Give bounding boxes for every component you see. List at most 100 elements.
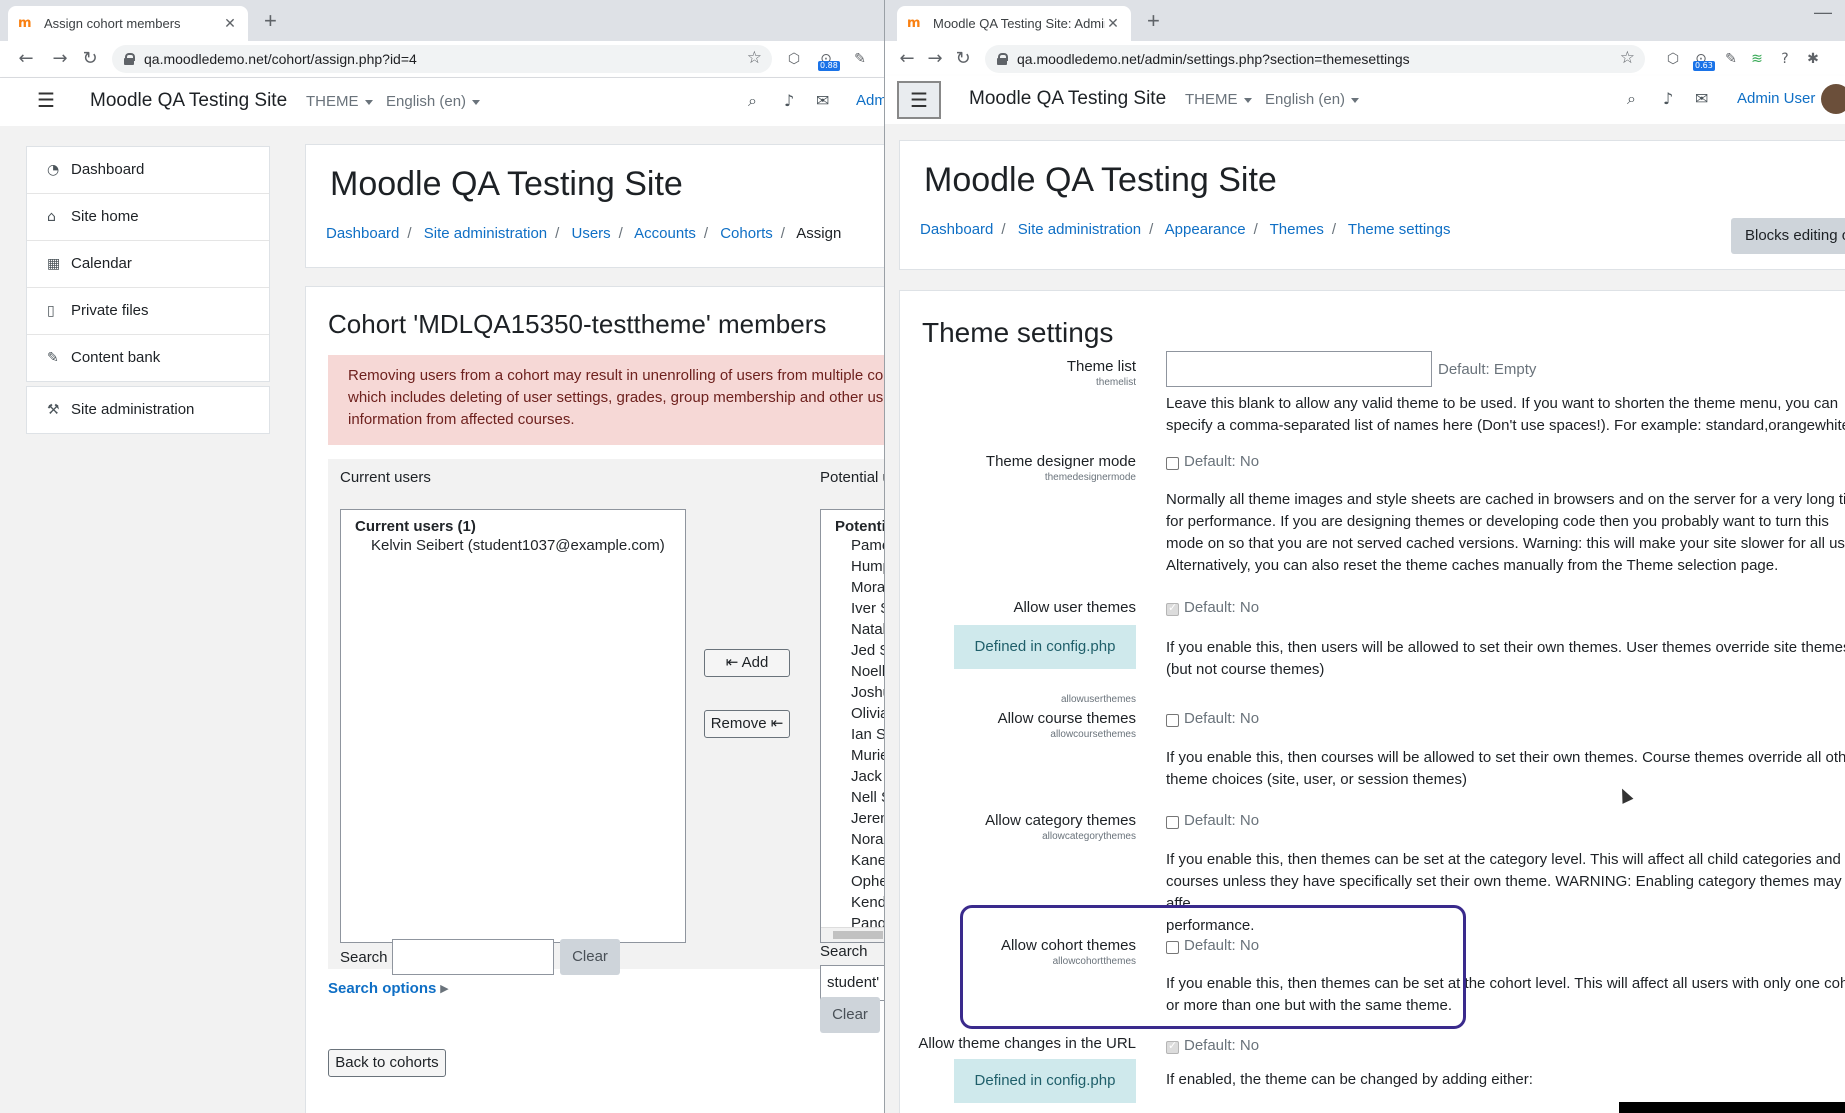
avatar[interactable]	[1821, 84, 1845, 114]
potential-user-option[interactable]: Kane	[821, 850, 884, 871]
nav-item-dashboard[interactable]: ◔ Dashboard	[27, 147, 269, 194]
breadcrumb-cohorts[interactable]: Cohorts	[720, 225, 773, 242]
bell-icon[interactable]: ♪	[784, 91, 794, 110]
extension-meter-icon[interactable]: ⊙ 0.88	[816, 49, 840, 71]
potential-search-input[interactable]: student'	[820, 965, 884, 1001]
breadcrumb-themes[interactable]: Themes	[1270, 221, 1324, 238]
potential-user-option[interactable]: Hump	[821, 556, 884, 577]
nav-item-site-home[interactable]: ⌂ Site home	[27, 194, 269, 241]
breadcrumb-dashboard[interactable]: Dashboard	[326, 225, 399, 242]
potential-user-option[interactable]: Olivia	[821, 703, 884, 724]
language-menu-label: English (en)	[1265, 91, 1346, 108]
back-icon[interactable]: ←	[14, 47, 38, 71]
description-line: If you enable this, then themes can be s…	[1166, 851, 1841, 868]
search-icon[interactable]: ⌕	[748, 91, 757, 111]
back-to-cohorts-button[interactable]: Back to cohorts	[328, 1049, 446, 1077]
potential-user-option[interactable]: Noell	[821, 661, 884, 682]
close-tab-icon[interactable]: ✕	[1105, 15, 1121, 32]
breadcrumb-theme-settings[interactable]: Theme settings	[1348, 221, 1451, 238]
browser-tab-active[interactable]: m Assign cohort members ✕	[8, 6, 248, 41]
extension-icon[interactable]: ⬡	[1663, 49, 1683, 69]
address-bar[interactable]: qa.moodledemo.net/cohort/assign.php?id=4…	[112, 45, 772, 73]
potential-user-option[interactable]: Pame	[821, 535, 884, 556]
wifi-icon[interactable]: ≋	[1747, 49, 1767, 69]
reload-icon[interactable]: ↻	[951, 47, 975, 71]
themelist-input[interactable]	[1166, 351, 1432, 387]
forward-icon[interactable]: →	[48, 47, 72, 71]
themedesignermode-checkbox[interactable]	[1166, 457, 1179, 470]
menu-toggle-icon[interactable]: ☰	[24, 83, 68, 121]
potential-user-option[interactable]: Jack S	[821, 766, 884, 787]
bookmark-star-icon[interactable]: ☆	[1620, 48, 1635, 68]
site-name[interactable]: Moodle QA Testing Site	[969, 88, 1166, 110]
user-menu[interactable]: Adm	[856, 92, 884, 109]
potential-user-option[interactable]: Ian Sr	[821, 724, 884, 745]
breadcrumb-appearance[interactable]: Appearance	[1165, 221, 1246, 238]
scrollbar-thumb[interactable]	[833, 931, 883, 939]
nav-item-content-bank[interactable]: ✎ Content bank	[27, 335, 269, 381]
potential-user-option[interactable]: Murie	[821, 745, 884, 766]
potential-user-option[interactable]: Natal	[821, 619, 884, 640]
forward-icon[interactable]: →	[923, 47, 947, 71]
horizontal-scrollbar[interactable]	[821, 927, 884, 942]
potential-users-list[interactable]: Potenti Pame Hump Mora Iver S Natal Jed …	[820, 509, 884, 943]
eyedropper-icon[interactable]: ✎	[1721, 49, 1741, 69]
theme-menu[interactable]: THEME	[306, 93, 373, 110]
potential-user-option[interactable]: Kendi	[821, 892, 884, 913]
potential-user-option[interactable]: Mora	[821, 577, 884, 598]
tab-title: Moodle QA Testing Site: Adminis	[933, 16, 1105, 31]
language-menu[interactable]: English (en)	[386, 93, 481, 110]
allowcoursethemes-checkbox[interactable]	[1166, 714, 1179, 727]
extension-meter-icon[interactable]: ⊙ 0.63	[1691, 49, 1715, 71]
remove-button[interactable]: Remove ⇤	[704, 710, 790, 738]
potential-user-option[interactable]: Iver S	[821, 598, 884, 619]
potential-user-option[interactable]: Jerem	[821, 808, 884, 829]
menu-toggle-icon[interactable]: ☰	[897, 81, 941, 119]
clear-button[interactable]: Clear	[560, 939, 620, 975]
search-input[interactable]	[392, 939, 554, 975]
potential-user-option[interactable]: Nora	[821, 829, 884, 850]
puzzle-icon[interactable]: ✱	[1803, 49, 1823, 69]
new-tab-icon[interactable]: +	[1147, 10, 1160, 32]
allowcategorythemes-checkbox[interactable]	[1166, 816, 1179, 829]
nav-item-private-files[interactable]: ▯ Private files	[27, 288, 269, 335]
breadcrumb-users[interactable]: Users	[571, 225, 610, 242]
bell-icon[interactable]: ♪	[1663, 89, 1673, 108]
breadcrumb-site-administration[interactable]: Site administration	[1018, 221, 1141, 238]
potential-user-option[interactable]: Ophe	[821, 871, 884, 892]
browser-tab-active[interactable]: m Moodle QA Testing Site: Adminis ✕	[897, 6, 1131, 41]
breadcrumb-dashboard[interactable]: Dashboard	[920, 221, 993, 238]
new-tab-icon[interactable]: +	[264, 10, 277, 32]
user-menu[interactable]: Admin User	[1737, 90, 1815, 107]
reload-icon[interactable]: ↻	[78, 47, 102, 71]
search-options-link[interactable]: Search options ▸	[328, 979, 448, 997]
back-icon[interactable]: ←	[895, 47, 919, 71]
potential-user-option[interactable]: Joshu	[821, 682, 884, 703]
potential-user-option[interactable]: Nell S	[821, 787, 884, 808]
extension-icon[interactable]: ⬡	[784, 49, 804, 69]
nav-item-calendar[interactable]: ▦ Calendar	[27, 241, 269, 288]
potential-clear-button[interactable]: Clear	[820, 997, 880, 1033]
breadcrumb-accounts[interactable]: Accounts	[634, 225, 696, 242]
theme-menu[interactable]: THEME	[1185, 91, 1252, 108]
bookmark-star-icon[interactable]: ☆	[747, 48, 762, 68]
minimize-window-icon[interactable]: —	[1814, 2, 1832, 23]
add-button[interactable]: ⇤ Add	[704, 649, 790, 677]
language-menu[interactable]: English (en)	[1265, 91, 1360, 108]
eyedropper-icon[interactable]: ✎	[850, 49, 870, 69]
potential-user-option[interactable]: Jed S	[821, 640, 884, 661]
browser-toolbar: ← → ↻ qa.moodledemo.net/cohort/assign.ph…	[0, 41, 884, 78]
chat-icon[interactable]: ✉	[1695, 89, 1708, 108]
address-bar[interactable]: qa.moodledemo.net/admin/settings.php?sec…	[985, 45, 1645, 73]
blocks-editing-button[interactable]: Blocks editing o	[1731, 218, 1845, 254]
potential-users-label: Potential u	[820, 469, 884, 486]
breadcrumb-site-administration[interactable]: Site administration	[424, 225, 547, 242]
nav-item-site-administration[interactable]: ⚒ Site administration	[27, 387, 269, 433]
chat-icon[interactable]: ✉	[816, 91, 829, 110]
search-icon[interactable]: ⌕	[1627, 89, 1636, 109]
site-name[interactable]: Moodle QA Testing Site	[90, 90, 287, 112]
current-users-list[interactable]: Current users (1) Kelvin Seibert (studen…	[340, 509, 686, 943]
close-tab-icon[interactable]: ✕	[222, 15, 238, 32]
help-icon[interactable]: ?	[1775, 49, 1795, 69]
current-user-option[interactable]: Kelvin Seibert (student1037@example.com)	[341, 535, 685, 556]
